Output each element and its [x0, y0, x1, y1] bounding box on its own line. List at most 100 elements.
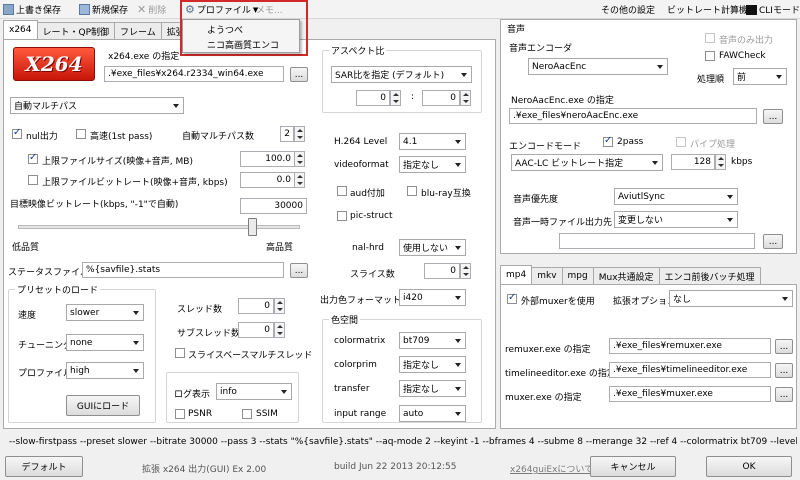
profile-dropdown-button[interactable]: ⚙ プロファイル ▼ [185, 2, 258, 17]
audio-exe-browse-button[interactable]: ... [763, 109, 783, 124]
audio-only-checkbox[interactable] [705, 33, 715, 43]
upper-size-checkbox[interactable] [28, 152, 38, 164]
x264-exe-browse-button[interactable]: ... [290, 67, 308, 82]
tab-mux-common[interactable]: Mux共通設定 [592, 267, 660, 284]
cancel-button[interactable]: キャンセル [590, 456, 676, 477]
x264-exe-path-input[interactable]: .¥exe_files¥x264.r2334_win64.exe [104, 66, 284, 82]
pipe-checkbox[interactable] [676, 137, 686, 147]
other-settings-button[interactable]: その他の設定 [601, 2, 655, 17]
transfer-select[interactable]: 指定なし [399, 380, 466, 397]
remuxer-label: remuxer.exe の指定 [505, 345, 591, 355]
memo-field[interactable]: メモ... [256, 2, 283, 17]
about-link[interactable]: x264guiExについて [510, 462, 593, 475]
profile-menu-item[interactable]: ニコ高画質エンコ [183, 37, 299, 51]
psnr-checkbox[interactable] [175, 409, 185, 419]
profile-menu-item[interactable]: ようつべ [183, 22, 299, 36]
auto-multipass-input[interactable]: 2 [280, 126, 294, 142]
audio-bitrate-spinner[interactable] [715, 154, 726, 170]
tuning-select[interactable]: none [66, 334, 144, 351]
log-display-select[interactable]: info [216, 383, 292, 400]
temp-output-browse-button[interactable]: ... [763, 234, 783, 249]
encode-mode-select[interactable]: 自動マルチパス [10, 97, 184, 114]
fast-first-pass-checkbox[interactable] [76, 129, 86, 139]
bluray-checkbox[interactable] [407, 186, 417, 196]
tab-mp4[interactable]: mp4 [500, 265, 533, 284]
audio-mode-select[interactable]: AAC-LC ビットレート指定 [511, 154, 663, 171]
upper-size-spinner[interactable] [294, 151, 305, 167]
muxer-path-input[interactable]: .¥exe_files¥muxer.exe [609, 386, 771, 402]
process-order-select[interactable]: 前 [733, 68, 787, 85]
cli-mode-button[interactable]: CLIモード [746, 2, 800, 17]
subthreads-spinner[interactable] [274, 322, 285, 338]
nul-output-checkbox[interactable] [12, 127, 22, 139]
log-display-label: ログ表示 [174, 390, 211, 400]
target-bitrate-input[interactable]: 30000 [240, 198, 307, 214]
stats-file-browse-button[interactable]: ... [290, 263, 308, 278]
audio-priority-select[interactable]: AviutlSync [614, 188, 738, 205]
tab-frame[interactable]: フレーム [114, 22, 162, 39]
aspect-y-spinner[interactable] [460, 90, 471, 106]
h264-level-select[interactable]: 4.1 [399, 133, 466, 150]
stats-file-input[interactable]: %{savfile}.stats [82, 262, 284, 278]
aspect-mode-select[interactable]: SAR比を指定 (デフォルト) [331, 66, 472, 83]
videoformat-select[interactable]: 指定なし [399, 156, 466, 173]
slices-input[interactable]: 0 [424, 263, 460, 279]
sliced-threads-checkbox[interactable] [175, 348, 185, 358]
quality-slider-track[interactable] [18, 225, 300, 229]
tab-mkv[interactable]: mkv [531, 267, 563, 284]
quality-slider-thumb[interactable] [248, 218, 258, 236]
overwrite-button[interactable]: 上書き保存 [3, 2, 61, 17]
preset-profile-select[interactable]: high [66, 362, 144, 379]
colormatrix-select[interactable]: bt709 [399, 332, 466, 349]
upper-bitrate-input[interactable]: 0.0 [240, 172, 295, 188]
ok-button[interactable]: OK [706, 456, 792, 477]
faw-check-checkbox[interactable] [705, 51, 715, 61]
audio-bitrate-input[interactable]: 128 [671, 154, 715, 170]
aspect-x-spinner[interactable] [390, 90, 401, 106]
default-button[interactable]: デフォルト [5, 456, 83, 477]
colorprim-select[interactable]: 指定なし [399, 356, 466, 373]
bitrate-calc-button[interactable]: ビットレート計算機 [667, 2, 748, 17]
timeline-path-input[interactable]: .¥exe_files¥timelineeditor.exe [609, 362, 771, 378]
gui-load-button[interactable]: GUIにロード [66, 395, 140, 416]
tab-batch[interactable]: エンコ前後バッチ処理 [658, 267, 761, 284]
ssim-checkbox[interactable] [242, 409, 252, 419]
nal-hrd-select[interactable]: 使用しない [399, 239, 466, 256]
threads-spinner[interactable] [274, 298, 285, 314]
slices-spinner[interactable] [460, 263, 471, 279]
aspect-y-input[interactable]: 0 [422, 90, 460, 106]
nul-output-label: nul出力 [26, 132, 58, 142]
temp-output-path-input[interactable] [559, 233, 755, 249]
save-new-button[interactable]: 新規保存 [79, 2, 128, 17]
pic-struct-checkbox[interactable] [337, 211, 347, 221]
upper-bitrate-checkbox[interactable] [28, 175, 38, 185]
tab-x264[interactable]: x264 [3, 20, 38, 39]
tab-mpg[interactable]: mpg [561, 267, 594, 284]
output-csp-select[interactable]: i420 [399, 289, 466, 306]
chevron-down-icon [455, 163, 461, 167]
upper-size-input[interactable]: 100.0 [240, 151, 295, 167]
muxer-browse-button[interactable]: ... [775, 387, 793, 402]
timeline-browse-button[interactable]: ... [775, 363, 793, 378]
aspect-x-input[interactable]: 0 [356, 90, 390, 106]
subthreads-input[interactable]: 0 [238, 322, 274, 338]
tab-rate-qp[interactable]: レート・QP制御 [36, 22, 116, 39]
temp-output-select[interactable]: 変更しない [614, 211, 738, 228]
slices-label: スライス数 [350, 270, 395, 280]
ext-option-select[interactable]: なし [669, 290, 793, 307]
threads-input[interactable]: 0 [238, 298, 274, 314]
audio-exe-path-input[interactable]: .¥exe_files¥neroAacEnc.exe [509, 108, 757, 124]
remuxer-browse-button[interactable]: ... [775, 339, 793, 354]
external-muxer-checkbox[interactable] [507, 292, 517, 304]
remuxer-path-input[interactable]: .¥exe_files¥remuxer.exe [609, 338, 771, 354]
chevron-down-icon [455, 363, 461, 367]
input-range-select[interactable]: auto [399, 405, 466, 422]
auto-multipass-spinner[interactable] [294, 126, 305, 142]
upper-bitrate-spinner[interactable] [294, 172, 305, 188]
speed-select[interactable]: slower [66, 304, 144, 321]
aud-checkbox[interactable] [337, 186, 347, 196]
audio-encoder-select[interactable]: NeroAacEnc [528, 58, 668, 75]
twopass-checkbox[interactable] [603, 135, 613, 147]
audio-encoder-label: 音声エンコーダ [509, 44, 573, 54]
delete-button[interactable]: ✕ 削除 [137, 2, 166, 17]
